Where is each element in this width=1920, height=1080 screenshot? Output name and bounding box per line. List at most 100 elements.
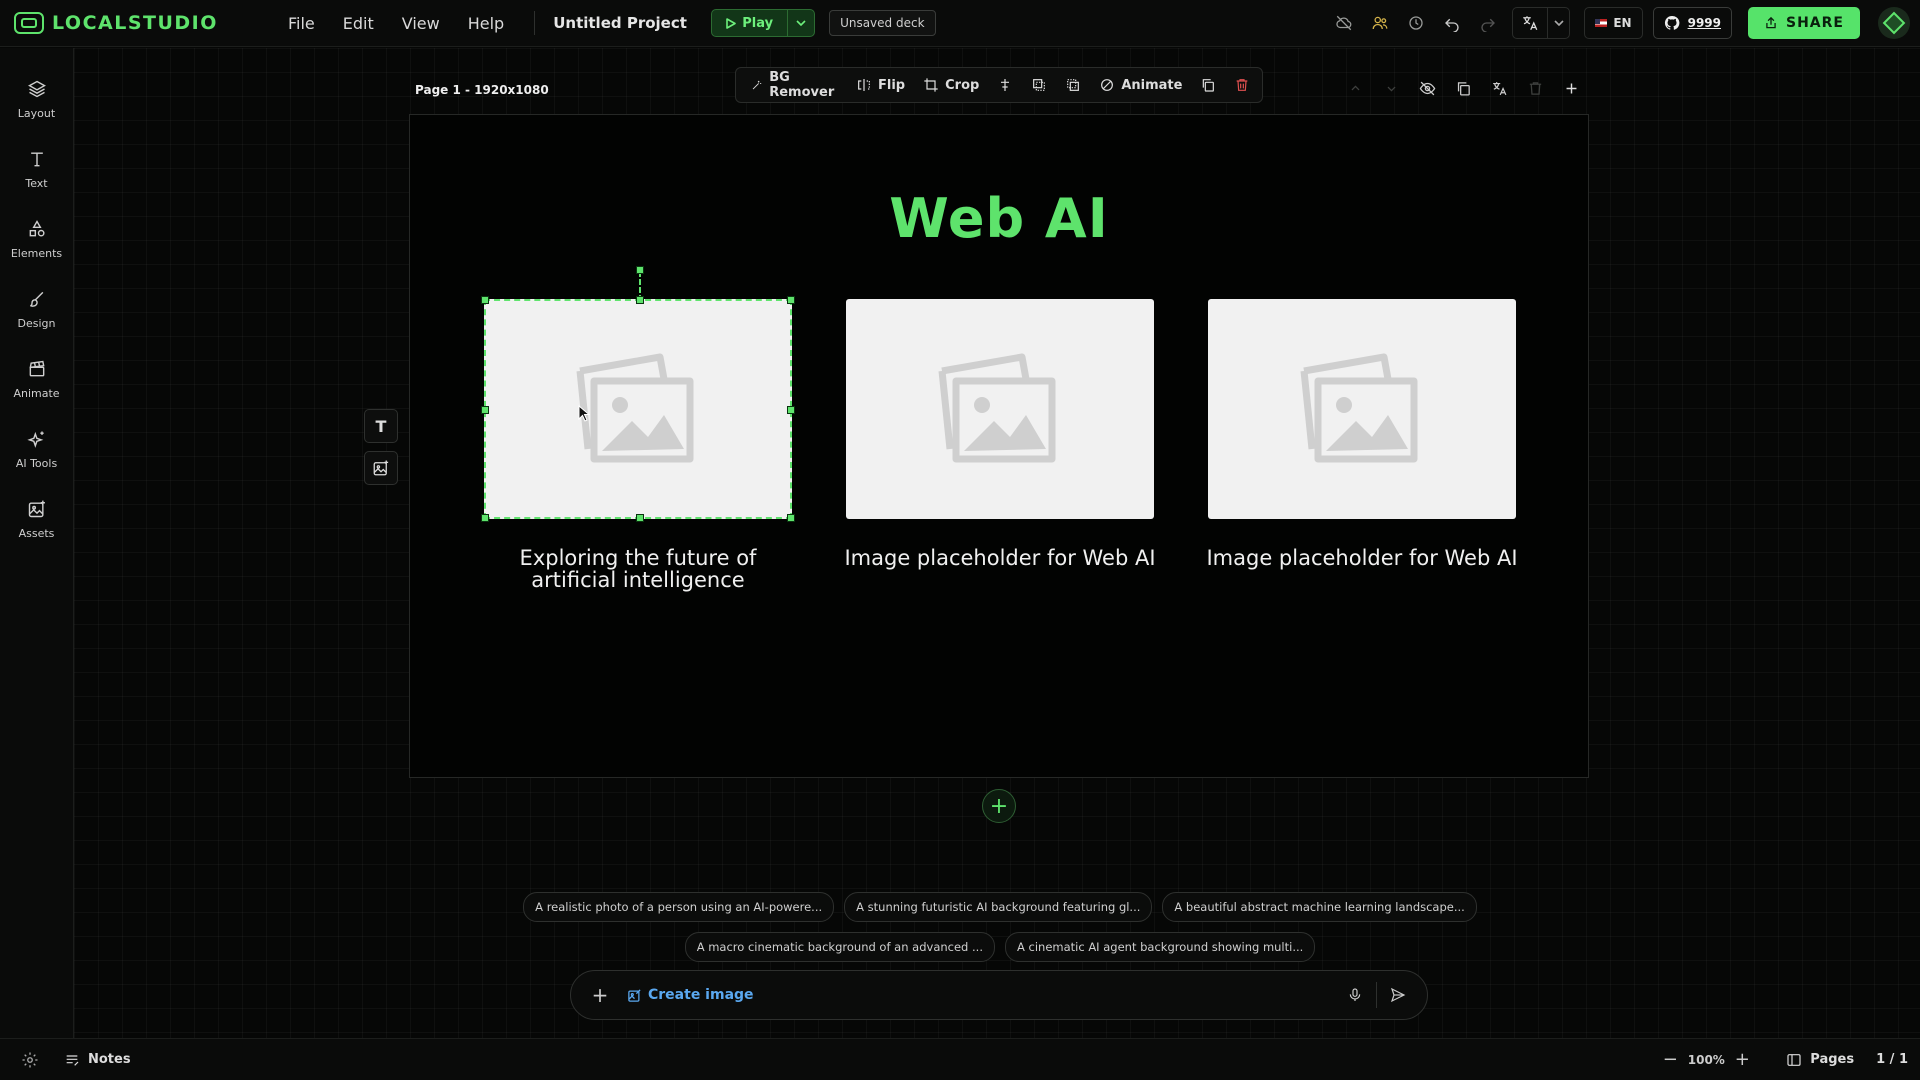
slide-canvas[interactable]: Web AI Exploring the future of artificia… [409, 114, 1589, 778]
duplicate-page-button[interactable] [1448, 73, 1478, 103]
project-title[interactable]: Untitled Project [553, 14, 711, 32]
flip-button[interactable]: Flip [849, 71, 912, 99]
resize-handle-n[interactable] [636, 296, 644, 304]
sidebar-item-layout[interactable]: Layout [2, 64, 72, 134]
image-placeholder-3[interactable] [1208, 299, 1516, 519]
plus-icon [1566, 83, 1576, 93]
animate-button[interactable]: Animate [1092, 71, 1189, 99]
sidebar-item-label: AI Tools [15, 456, 58, 470]
pages-panel-icon [1787, 1053, 1801, 1066]
move-page-up-button[interactable] [1340, 73, 1370, 103]
suggestion-chip[interactable]: A stunning futuristic AI background feat… [844, 892, 1153, 922]
duplicate-button[interactable] [1193, 71, 1223, 99]
translate-icon[interactable] [1513, 7, 1547, 39]
image-placeholder-2[interactable] [846, 299, 1154, 519]
cloud-off-icon[interactable] [1326, 7, 1362, 39]
text-icon: T [375, 416, 387, 436]
suggestion-chip[interactable]: A realistic photo of a person using an A… [523, 892, 835, 922]
settings-button[interactable] [0, 1051, 60, 1069]
create-image-label: Create image [648, 987, 754, 1003]
delete-button[interactable] [1227, 71, 1257, 99]
move-page-down-button[interactable] [1376, 73, 1406, 103]
prompt-suggestions: A realistic photo of a person using an A… [523, 892, 1477, 972]
text-icon [30, 151, 43, 166]
avatar[interactable] [1878, 7, 1910, 39]
hide-page-button[interactable] [1412, 73, 1442, 103]
image-plus-icon [373, 460, 389, 476]
resize-handle-w[interactable] [481, 406, 489, 414]
prompt-bar[interactable]: + Create image [570, 970, 1428, 1020]
add-page-top-button[interactable] [1556, 73, 1586, 103]
menu-view[interactable]: View [388, 14, 454, 33]
diamond-icon [1882, 11, 1906, 35]
card-caption-1[interactable]: Exploring the future of artificial intel… [478, 547, 798, 591]
pages-button[interactable]: Pages [1786, 1052, 1854, 1068]
resize-handle-se[interactable] [787, 514, 795, 522]
send-button[interactable] [1383, 980, 1413, 1010]
suggestion-chip[interactable]: A beautiful abstract machine learning la… [1162, 892, 1477, 922]
trash-icon [1237, 79, 1248, 91]
animate-label: Animate [1121, 77, 1183, 93]
logo[interactable]: LOCALSTUDIO [14, 12, 274, 34]
bg-remover-button[interactable]: BG Remover [744, 70, 845, 100]
flip-label: Flip [878, 77, 906, 93]
notes-button[interactable]: Notes [64, 1052, 131, 1068]
card-caption-3[interactable]: Image placeholder for Web AI [1202, 547, 1522, 569]
chevron-down-icon [1387, 86, 1395, 92]
sidebar-item-text[interactable]: Text [2, 134, 72, 204]
redo-icon[interactable] [1470, 7, 1506, 39]
github-button[interactable]: 9999 [1652, 7, 1732, 39]
slide-title[interactable]: Web AI [410, 187, 1588, 250]
crop-button[interactable]: Crop [916, 71, 986, 99]
resize-handle-ne[interactable] [787, 296, 795, 304]
arrange-front-button[interactable] [1058, 71, 1088, 99]
menu-bar: File Edit View Help [274, 14, 518, 33]
collaborators-icon[interactable] [1362, 7, 1398, 39]
card-caption-2[interactable]: Image placeholder for Web AI [840, 547, 1160, 569]
create-image-mode[interactable]: Create image [627, 987, 754, 1003]
notes-label: Notes [88, 1052, 131, 1067]
plus-icon: + [989, 793, 1009, 819]
plus-icon: + [591, 983, 609, 1007]
page-actions [1340, 73, 1586, 103]
resize-handle-e[interactable] [787, 406, 795, 414]
resize-handle-s[interactable] [636, 514, 644, 522]
suggestion-chip[interactable]: A macro cinematic background of an advan… [684, 932, 995, 962]
microphone-button[interactable] [1340, 980, 1370, 1010]
clapper-icon [28, 360, 45, 376]
add-page-button[interactable]: + [982, 789, 1016, 823]
selection-box[interactable] [481, 266, 795, 522]
resize-handle-sw[interactable] [481, 514, 489, 522]
play-button[interactable]: Play [712, 10, 789, 36]
sidebar-item-animate[interactable]: Animate [2, 344, 72, 414]
zoom-level[interactable]: 100% [1684, 1053, 1728, 1067]
attach-button[interactable]: + [585, 983, 615, 1007]
rotate-handle[interactable] [636, 266, 644, 274]
add-text-button[interactable]: T [364, 409, 398, 443]
undo-icon[interactable] [1434, 7, 1470, 39]
menu-edit[interactable]: Edit [329, 14, 388, 33]
sidebar-item-design[interactable]: Design [2, 274, 72, 344]
translate-dropdown[interactable] [1547, 8, 1569, 38]
menu-help[interactable]: Help [454, 14, 518, 33]
add-image-button[interactable] [364, 451, 398, 485]
align-button[interactable] [990, 71, 1020, 99]
zoom-out-button[interactable]: − [1656, 1049, 1684, 1070]
locale-selector[interactable]: EN [1584, 7, 1643, 39]
suggestion-chip[interactable]: A cinematic AI agent background showing … [1004, 932, 1316, 962]
share-button[interactable]: SHARE [1748, 7, 1860, 39]
sidebar-item-elements[interactable]: Elements [2, 204, 72, 274]
image-edit-icon [628, 988, 641, 1002]
zoom-in-button[interactable]: + [1728, 1049, 1756, 1070]
prompt-actions [1340, 980, 1413, 1010]
history-icon[interactable] [1398, 7, 1434, 39]
sidebar-item-ai-tools[interactable]: AI Tools [2, 414, 72, 484]
play-dropdown-button[interactable] [788, 10, 814, 36]
delete-page-button[interactable] [1520, 73, 1550, 103]
menu-file[interactable]: File [274, 14, 329, 33]
translate-page-button[interactable] [1484, 73, 1514, 103]
layers-icon [27, 80, 46, 97]
arrange-back-button[interactable] [1024, 71, 1054, 99]
resize-handle-nw[interactable] [481, 296, 489, 304]
sidebar-item-assets[interactable]: Assets [2, 484, 72, 554]
